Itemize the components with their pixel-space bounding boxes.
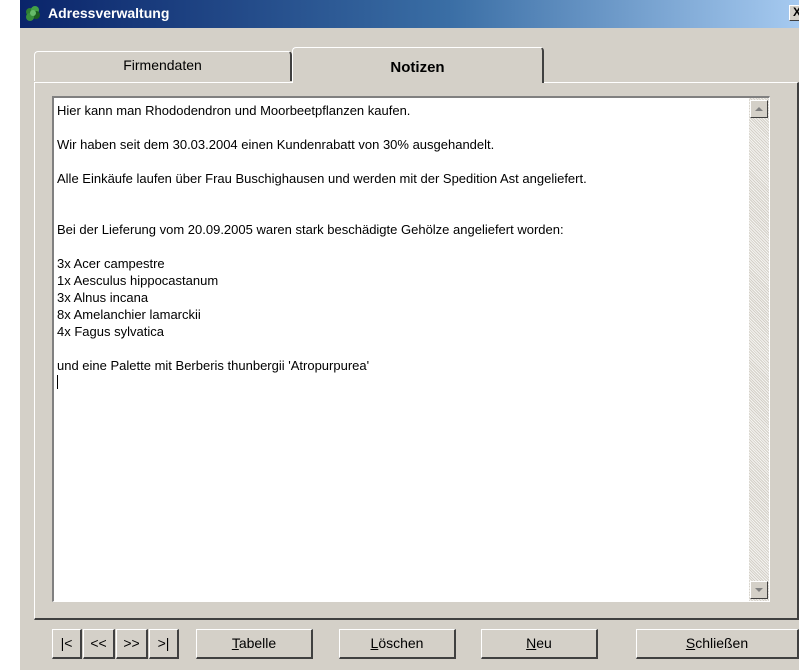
first-record-label: |< (60, 635, 73, 651)
arrow-up-icon (755, 107, 763, 111)
loeschen-button[interactable]: Löschen (339, 629, 456, 659)
notes-line: Hier kann man Rhododendron und Moorbeetp… (57, 103, 411, 118)
schliessen-mnemonic: S (685, 635, 696, 651)
previous-record-button[interactable]: << (83, 629, 115, 659)
first-record-button[interactable]: |< (52, 629, 82, 659)
next-record-label: >> (123, 635, 140, 651)
last-record-label: >| (157, 635, 170, 651)
window-title: Adressverwaltung (48, 5, 170, 21)
tab-firmendaten-label: Firmendaten (123, 57, 202, 73)
title-bar[interactable]: Adressverwaltung X (20, 0, 799, 28)
notes-line: Wir haben seit dem 30.03.2004 einen Kund… (57, 137, 495, 152)
tabelle-button[interactable]: Tabelle (196, 629, 313, 659)
close-icon: X (792, 5, 799, 19)
scroll-up-button[interactable] (750, 100, 768, 118)
scroll-down-button[interactable] (750, 581, 768, 599)
notes-text[interactable]: Hier kann man Rhododendron und Moorbeetp… (57, 102, 747, 391)
arrow-down-icon (755, 588, 763, 592)
notes-line: 3x Acer campestre (57, 256, 165, 271)
notes-line (57, 238, 747, 255)
notes-line: 1x Aesculus hippocastanum (57, 273, 219, 288)
next-record-button[interactable]: >> (116, 629, 148, 659)
tab-notizen[interactable]: Notizen (292, 47, 544, 83)
notes-line (57, 374, 747, 391)
notes-line (57, 204, 747, 221)
loeschen-label: öschen (378, 635, 424, 651)
notes-line: 4x Fagus sylvatica (57, 324, 164, 339)
neu-button[interactable]: Neu (481, 629, 598, 659)
vertical-scrollbar[interactable] (749, 98, 769, 601)
notes-line (57, 340, 747, 357)
text-caret (57, 375, 58, 389)
notes-line (57, 153, 747, 170)
last-record-button[interactable]: >| (149, 629, 179, 659)
schliessen-label: chließen (695, 635, 749, 651)
notes-line: Bei der Lieferung vom 20.09.2005 waren s… (57, 222, 564, 237)
tabelle-mnemonic: T (231, 635, 239, 651)
notes-textarea[interactable]: Hier kann man Rhododendron und Moorbeetp… (52, 96, 770, 602)
tabelle-label: abelle (238, 635, 277, 651)
notes-line (57, 187, 747, 204)
neu-mnemonic: N (526, 635, 537, 651)
tab-notizen-label: Notizen (390, 59, 445, 76)
neu-label: eu (536, 635, 552, 651)
app-tree-icon (24, 5, 42, 23)
notes-line: 8x Amelanchier lamarckii (57, 307, 201, 322)
previous-record-label: << (90, 635, 107, 651)
notes-line: und eine Palette mit Berberis thunbergii… (57, 358, 370, 373)
close-button[interactable]: X (789, 5, 799, 21)
notes-line: Alle Einkäufe laufen über Frau Buschigha… (57, 171, 587, 186)
app-window: Adressverwaltung X Firmendaten Notizen H… (20, 0, 799, 670)
tab-firmendaten[interactable]: Firmendaten (34, 51, 292, 81)
notes-line: 3x Alnus incana (57, 290, 149, 305)
schliessen-button[interactable]: Schließen (636, 629, 799, 659)
notes-line (57, 119, 747, 136)
